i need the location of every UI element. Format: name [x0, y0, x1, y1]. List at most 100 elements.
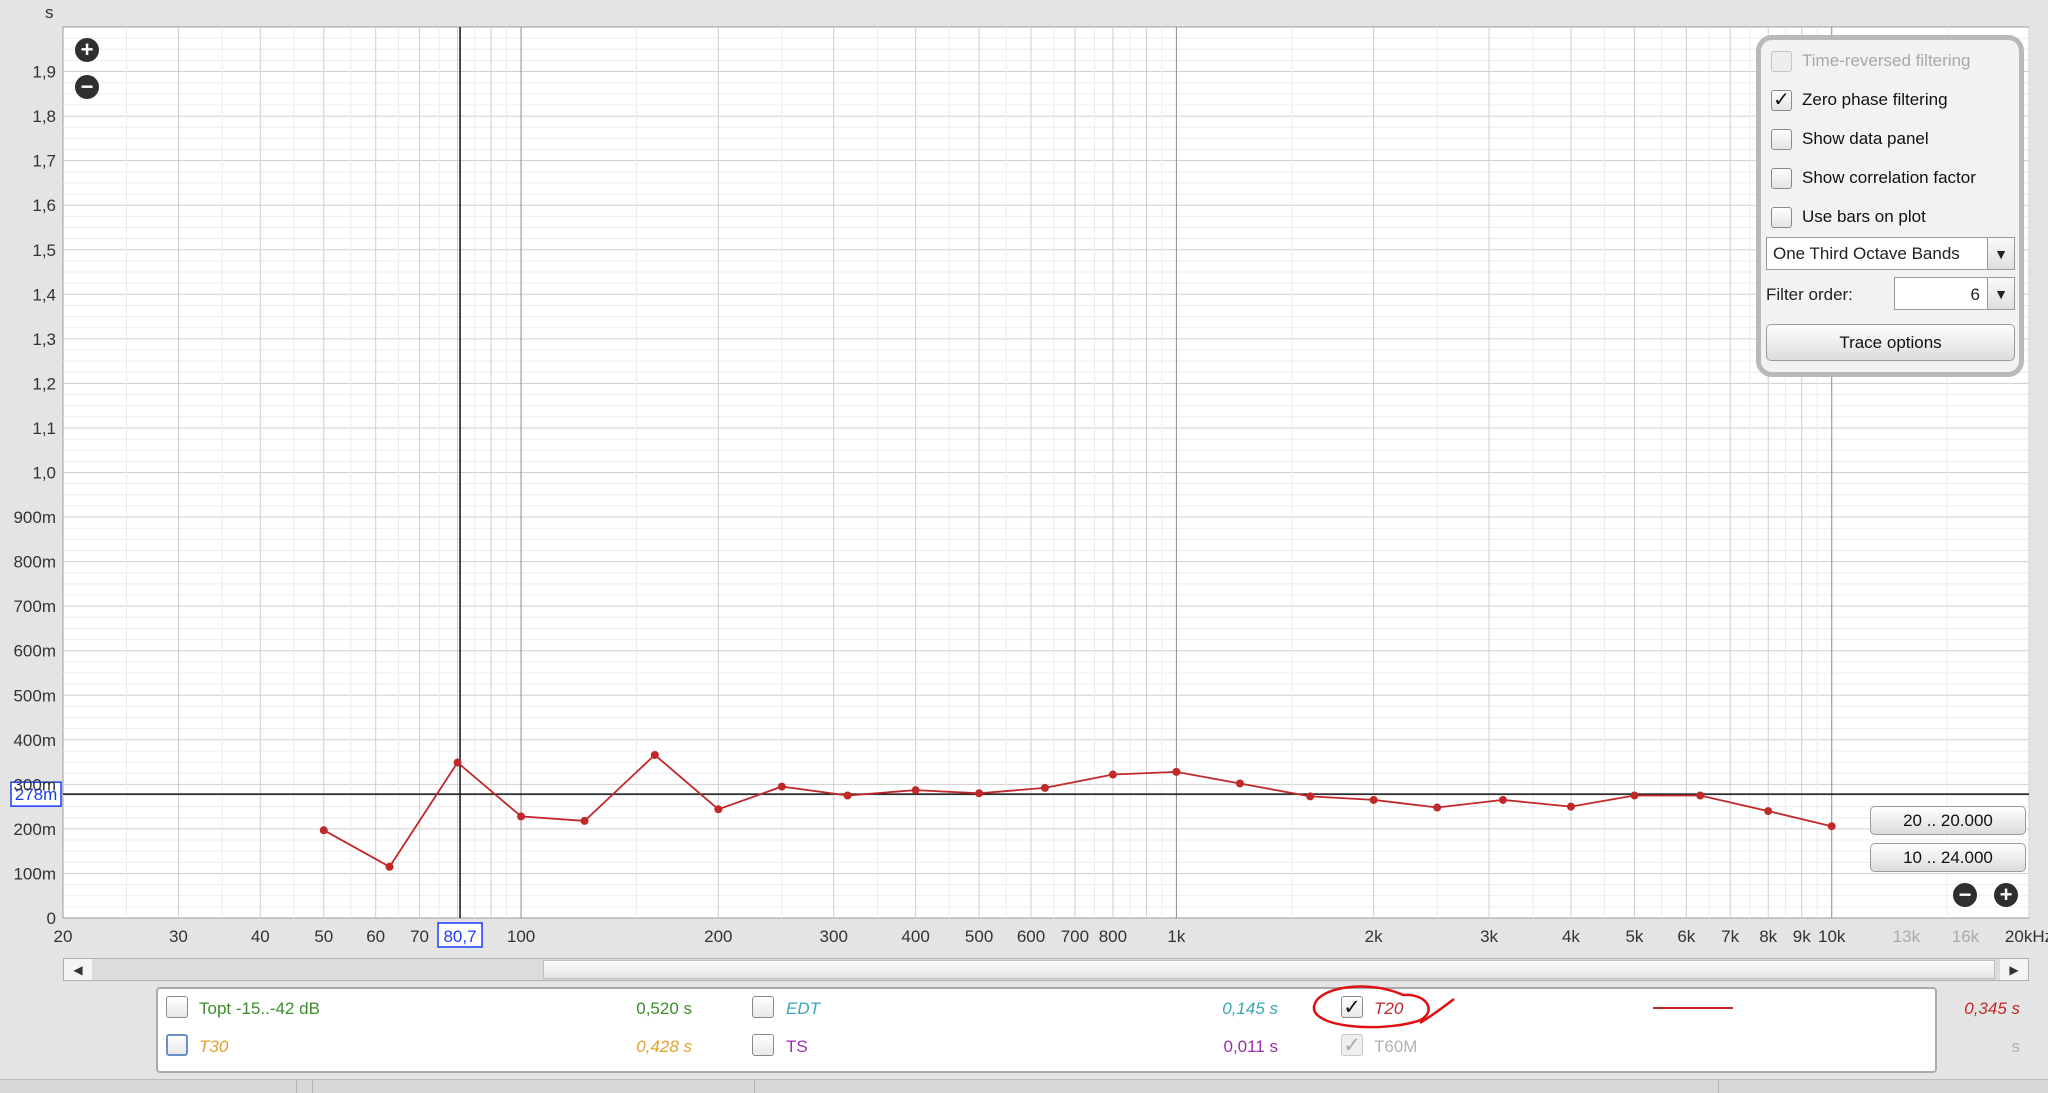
x-tick-label: 5k — [1625, 927, 1643, 946]
data-point-t20[interactable] — [453, 758, 462, 767]
time-reversed-checkbox — [1771, 50, 1792, 72]
data-point-t20[interactable] — [1306, 792, 1315, 801]
t30-label: T30 — [199, 1037, 229, 1056]
show-correlation-label: Show correlation factor — [1802, 168, 1976, 187]
t20-annotation-circle — [1312, 985, 1455, 1029]
data-point-t20[interactable] — [911, 786, 920, 795]
zoom-in-icon[interactable]: + — [75, 38, 99, 62]
x-tick-label: 6k — [1677, 927, 1695, 946]
y-tick-label: 1,4 — [32, 285, 56, 304]
data-point-t20[interactable] — [650, 750, 659, 759]
x-tick-label: 300 — [820, 927, 848, 946]
data-point-t20[interactable] — [1040, 783, 1049, 792]
use-bars-option[interactable]: Use bars on plot — [1771, 203, 1926, 231]
show-correlation-option[interactable]: Show correlation factor — [1771, 164, 1976, 192]
x-tick-label: 700 — [1061, 927, 1089, 946]
filter-order-field[interactable]: 6 ▼ — [1894, 277, 2015, 310]
trace-options-button[interactable]: Trace options — [1766, 324, 2015, 361]
data-point-t20[interactable] — [1498, 795, 1507, 804]
zero-phase-checkbox[interactable]: ✓ — [1771, 89, 1792, 111]
scroll-left-icon[interactable]: ◀ — [64, 959, 92, 980]
y-tick-label: 700m — [13, 597, 56, 616]
x-tick-label: 30 — [169, 927, 188, 946]
show-correlation-checkbox[interactable] — [1771, 167, 1792, 189]
y-tick-label: 100m — [13, 864, 56, 883]
data-point-t20[interactable] — [777, 782, 786, 791]
data-point-t20[interactable] — [1172, 767, 1181, 776]
cursor-x-readout: 80,7 — [443, 927, 476, 946]
y-tick-label: 900m — [13, 508, 56, 527]
topt-checkbox[interactable] — [166, 996, 188, 1018]
y-tick-label: 400m — [13, 731, 56, 750]
x-tick-label: 200 — [704, 927, 732, 946]
y-tick-label: 800m — [13, 553, 56, 572]
use-bars-label: Use bars on plot — [1802, 207, 1926, 226]
zero-phase-option[interactable]: ✓ Zero phase filtering — [1771, 86, 1948, 114]
show-data-panel-option[interactable]: Show data panel — [1771, 125, 1929, 153]
data-point-t20[interactable] — [1630, 791, 1639, 800]
edt-label: EDT — [786, 999, 820, 1018]
data-point-t20[interactable] — [714, 805, 723, 814]
filter-order-label: Filter order: — [1766, 285, 1853, 304]
chevron-down-icon[interactable]: ▼ — [1987, 278, 2014, 309]
t30-checkbox[interactable] — [166, 1034, 188, 1056]
x-tick-label: 50 — [314, 927, 333, 946]
chevron-down-icon[interactable]: ▼ — [1987, 238, 2014, 269]
show-data-panel-checkbox[interactable] — [1771, 128, 1792, 150]
y-tick-label: 200m — [13, 820, 56, 839]
band-select-value: One Third Octave Bands — [1773, 243, 1960, 263]
y-tick-label: 300m — [13, 775, 56, 794]
data-point-t20[interactable] — [319, 826, 328, 835]
data-point-t20[interactable] — [1235, 779, 1244, 788]
data-point-t20[interactable] — [1827, 822, 1836, 831]
data-point-t20[interactable] — [975, 789, 984, 798]
t20-line-swatch — [1653, 1007, 1733, 1009]
y-tick-label: 1,7 — [32, 152, 56, 171]
data-point-t20[interactable] — [1566, 802, 1575, 811]
range-10-24000-button[interactable]: 10 .. 24.000 — [1870, 843, 2026, 872]
x-zoom-in-icon[interactable]: + — [1994, 883, 2018, 907]
x-tick-label: 2k — [1365, 927, 1383, 946]
data-point-t20[interactable] — [1433, 803, 1442, 812]
range-20-20000-button[interactable]: 20 .. 20.000 — [1870, 806, 2026, 835]
data-point-t20[interactable] — [517, 812, 526, 821]
y-tick-label: 1,2 — [32, 374, 56, 393]
y-tick-label: 600m — [13, 642, 56, 661]
y-tick-label: 1,9 — [32, 63, 56, 82]
horizontal-scrollbar[interactable]: ◀ ▶ — [63, 958, 2029, 981]
x-tick-label: 8k — [1759, 927, 1777, 946]
y-tick-label: 1,0 — [32, 464, 56, 483]
show-data-panel-label: Show data panel — [1802, 129, 1929, 148]
data-point-t20[interactable] — [1369, 795, 1378, 804]
x-tick-label: 70 — [410, 927, 429, 946]
x-tick-label: 40 — [251, 927, 270, 946]
y-unit-label: s — [45, 3, 54, 22]
scroll-right-icon[interactable]: ▶ — [2000, 959, 2028, 980]
x-tick-label: 16k — [1952, 927, 1980, 946]
band-select[interactable]: One Third Octave Bands ▼ — [1766, 237, 2015, 270]
y-tick-label: 1,1 — [32, 419, 56, 438]
status-bar — [0, 1079, 2048, 1093]
topt-value: 0,520 s — [636, 999, 692, 1018]
y-tick-label: 1,3 — [32, 330, 56, 349]
data-point-t20[interactable] — [1108, 770, 1117, 779]
x-tick-label: 400 — [901, 927, 929, 946]
filter-order-value: 6 — [1970, 285, 1980, 304]
use-bars-checkbox[interactable] — [1771, 206, 1792, 228]
scrollbar-thumb[interactable] — [543, 960, 1995, 979]
x-tick-label: 800 — [1099, 927, 1127, 946]
edt-checkbox[interactable] — [752, 996, 774, 1018]
time-reversed-label: Time-reversed filtering — [1802, 51, 1971, 70]
x-zoom-out-icon[interactable]: − — [1953, 883, 1977, 907]
t30-value: 0,428 s — [636, 1037, 692, 1056]
zoom-out-icon[interactable]: − — [75, 75, 99, 99]
data-point-t20[interactable] — [1764, 807, 1773, 816]
data-point-t20[interactable] — [385, 862, 394, 871]
data-point-t20[interactable] — [843, 791, 852, 800]
rt-chart[interactable]: 80,7278m 0100m200m300m400m500m600m700m80… — [0, 0, 2048, 960]
data-point-t20[interactable] — [580, 816, 589, 825]
edt-value: 0,145 s — [1222, 999, 1278, 1018]
y-tick-label: 1,6 — [32, 196, 56, 215]
ts-checkbox[interactable] — [752, 1034, 774, 1056]
data-point-t20[interactable] — [1696, 791, 1705, 800]
